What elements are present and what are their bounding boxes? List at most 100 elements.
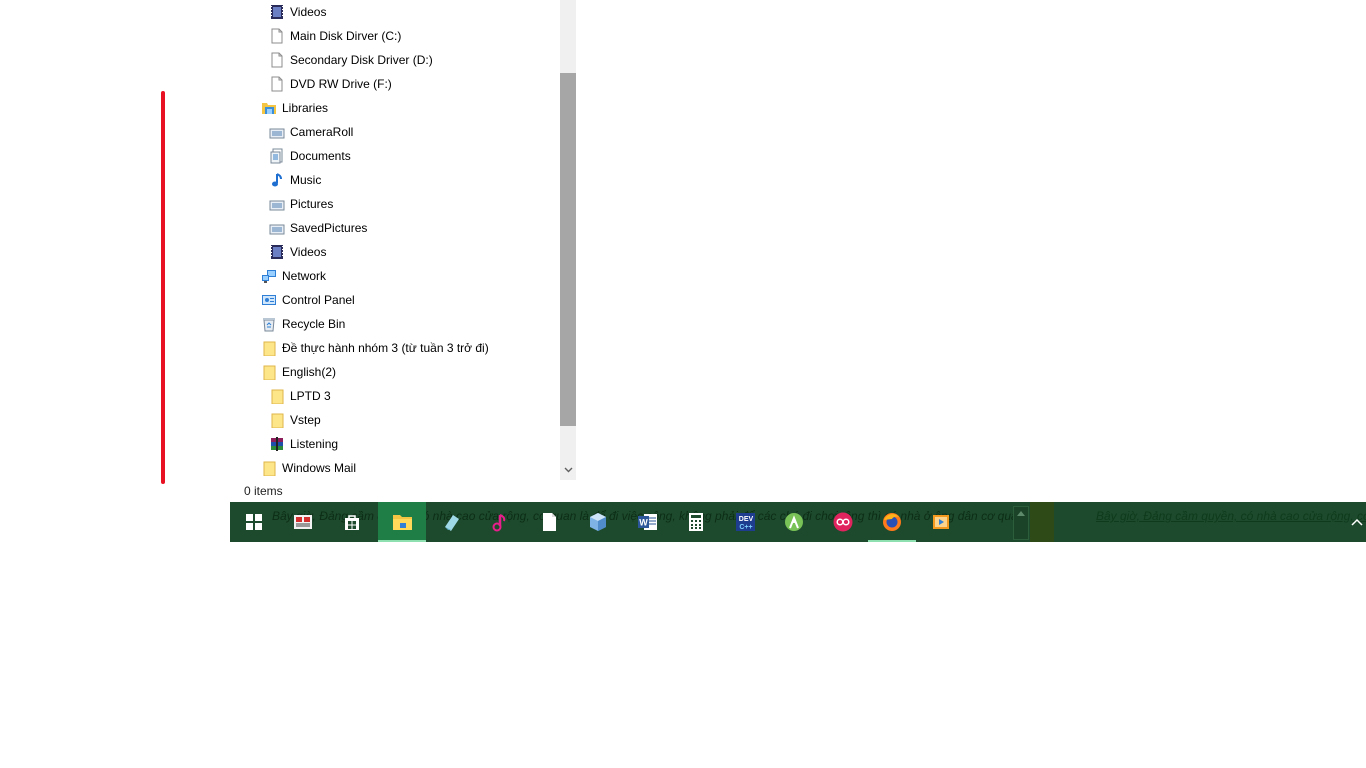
video-icon [269, 244, 285, 260]
winrar-archive-icon [269, 436, 285, 452]
nav-item-videos-library[interactable]: Videos [269, 240, 326, 264]
nav-item-label: Recycle Bin [282, 317, 346, 331]
nav-item-label: DVD RW Drive (F:) [290, 77, 392, 91]
nav-item-listening[interactable]: Listening [269, 432, 338, 456]
nav-item-label: LPTD 3 [290, 389, 331, 403]
drive-icon [269, 28, 285, 44]
cube-icon [590, 513, 606, 531]
nav-item-cameraroll[interactable]: CameraRoll [269, 120, 353, 144]
drive-icon [269, 52, 285, 68]
wallpaper-text-right: Bây giờ, Đảng cầm quyền, có nhà cao cửa … [1096, 509, 1366, 523]
taskbar-app-dev-cpp[interactable]: DEV C++ [721, 502, 769, 542]
nav-item-label: Documents [290, 149, 351, 163]
nav-item-label: Control Panel [282, 293, 355, 307]
taskbar-app-store[interactable] [328, 502, 376, 542]
nav-item-lptd3-folder[interactable]: LPTD 3 [269, 384, 331, 408]
folder-icon [261, 460, 277, 477]
nav-item-label: Secondary Disk Driver (D:) [290, 53, 433, 67]
nav-item-drive-c[interactable]: Main Disk Dirver (C:) [269, 24, 401, 48]
scrollbar-thumb[interactable] [560, 73, 576, 426]
taskbar-app-android-studio[interactable] [770, 502, 818, 542]
nav-item-label: Listening [290, 437, 339, 451]
nav-item-english2-folder[interactable]: English(2) [261, 360, 336, 384]
nav-item-label: Libraries [282, 101, 329, 115]
blank-document-icon [543, 513, 556, 531]
music-app-icon [492, 514, 506, 532]
nav-item-network[interactable]: Network [261, 264, 326, 288]
nav-item-videos[interactable]: Videos [269, 0, 326, 24]
taskbar-app-flickr[interactable] [819, 502, 867, 542]
nav-item-pictures[interactable]: Pictures [269, 192, 333, 216]
nav-item-label: Videos [290, 245, 327, 259]
taskbar-app-firefox[interactable] [868, 502, 916, 542]
tray-panel [1030, 502, 1054, 542]
taskbar-app-music[interactable] [476, 502, 524, 542]
taskbar-app-3d[interactable] [574, 502, 622, 542]
pictures-library-icon [269, 196, 285, 212]
taskbar-app-calculator[interactable] [672, 502, 720, 542]
show-hidden-icons-button[interactable] [1348, 512, 1366, 532]
folder-icon [261, 364, 277, 381]
taskbar: Bây giờ, Đảng cầm quyền, có nhà cao cửa … [230, 502, 1366, 542]
word-icon: W [638, 514, 657, 530]
nav-item-windows-mail-folder[interactable]: Windows Mail [261, 456, 356, 480]
music-icon [269, 172, 285, 188]
nav-item-label: Videos [290, 5, 327, 19]
calculator-icon [689, 513, 703, 531]
status-item-count: 0 items [244, 484, 283, 498]
firefox-icon [883, 513, 901, 531]
flickr-icon [833, 512, 853, 532]
control-panel-icon [261, 292, 277, 308]
nav-item-documents[interactable]: Documents [269, 144, 351, 168]
eraser-icon [445, 515, 459, 531]
nav-item-libraries[interactable]: Libraries [261, 96, 328, 120]
nav-item-label: Main Disk Dirver (C:) [290, 29, 402, 43]
nav-item-savedpictures[interactable]: SavedPictures [269, 216, 367, 240]
dev-cpp-icon: DEVC++ [736, 513, 755, 531]
nav-pane-scrollbar[interactable] [560, 0, 576, 480]
nav-item-music[interactable]: Music [269, 168, 321, 192]
nav-item-drive-d[interactable]: Secondary Disk Driver (D:) [269, 48, 433, 72]
folder-icon [261, 340, 277, 357]
taskbar-app-file-explorer[interactable] [378, 502, 426, 542]
unikey-icon [294, 515, 312, 529]
nav-item-label: Network [282, 269, 327, 283]
libraries-icon [261, 100, 277, 116]
taskbar-app-notepad[interactable] [525, 502, 573, 542]
svg-text:DEV: DEV [739, 516, 754, 523]
folder-icon [269, 388, 285, 405]
pictures-library-icon [269, 220, 285, 236]
scroll-down-arrow-icon[interactable] [560, 462, 576, 478]
documents-icon [269, 148, 285, 164]
nav-item-de-thuc-hanh-folder[interactable]: Đề thực hành nhóm 3 (từ tuần 3 trở đi) [261, 336, 489, 360]
nav-item-label: Windows Mail [282, 461, 357, 475]
nav-item-label: SavedPictures [290, 221, 368, 235]
recycle-bin-icon [261, 316, 277, 332]
taskbar-app-word[interactable]: W [623, 502, 671, 542]
android-studio-icon [785, 513, 803, 531]
store-icon [345, 515, 359, 530]
navigation-pane[interactable]: Videos Main Disk Dirver (C:) Secondary D… [230, 0, 560, 480]
taskbar-app-eraser[interactable] [427, 502, 475, 542]
pictures-library-icon [269, 124, 285, 140]
nav-item-label: Đề thực hành nhóm 3 (từ tuần 3 trở đi) [282, 341, 489, 355]
file-explorer-icon [393, 515, 412, 530]
nav-item-label: CameraRoll [290, 125, 354, 139]
red-annotation-line [161, 91, 165, 484]
nav-item-recycle-bin[interactable]: Recycle Bin [261, 312, 345, 336]
nav-item-vstep-folder[interactable]: Vstep [269, 408, 321, 432]
nav-item-label: English(2) [282, 365, 337, 379]
start-button[interactable] [230, 502, 278, 542]
nav-item-label: Pictures [290, 197, 334, 211]
folder-icon [269, 412, 285, 429]
windows-start-icon [246, 514, 262, 530]
nav-item-control-panel[interactable]: Control Panel [261, 288, 355, 312]
chevron-up-icon [1351, 518, 1363, 526]
nav-item-drive-f[interactable]: DVD RW Drive (F:) [269, 72, 392, 96]
taskbar-app-unikey[interactable] [279, 502, 327, 542]
chevron-up-icon [1017, 511, 1025, 516]
nav-item-label: Vstep [290, 413, 321, 427]
tray-overflow[interactable] [1013, 506, 1029, 540]
taskbar-app-media-player[interactable] [917, 502, 965, 542]
svg-text:C++: C++ [739, 524, 752, 531]
